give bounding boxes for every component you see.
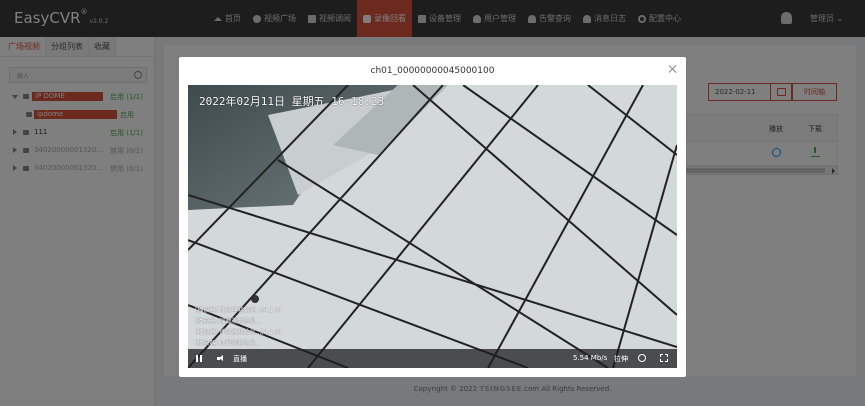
player-log-line: [播放器] 播放器初始化...[4.1.0] — [195, 329, 282, 336]
stretch-button[interactable]: 拉伸 — [614, 354, 628, 364]
pause-icon[interactable] — [196, 355, 203, 362]
player-log-line: [播放器] 加载视频信息... — [195, 340, 262, 347]
close-icon[interactable] — [668, 64, 678, 74]
settings-gear-icon[interactable] — [638, 354, 646, 362]
fullscreen-icon[interactable] — [660, 354, 668, 362]
bitrate-label: 5.54 Mb/s — [573, 354, 608, 362]
live-label[interactable]: 直播 — [233, 354, 247, 364]
player-control-bar: 直播 5.54 Mb/s 拉伸 — [188, 349, 677, 368]
player-log-line: [播放器] 加载视频信息... — [195, 318, 262, 325]
camera-feed-image — [188, 85, 677, 368]
player-log-line: [播放器] 播放器初始化...[4.1.0] — [195, 307, 282, 314]
modal-title: ch01_00000000045000100 — [370, 66, 495, 76]
video-player[interactable]: 2022年02月11日 星期五 16:18:23 [播放器] 播放器初始化...… — [188, 85, 677, 368]
video-player-modal: ch01_00000000045000100 2022年02月11日 星期五 1… — [179, 57, 686, 377]
volume-icon[interactable] — [217, 355, 225, 362]
video-timestamp-osd: 2022年02月11日 星期五 16:18:23 — [199, 95, 385, 108]
